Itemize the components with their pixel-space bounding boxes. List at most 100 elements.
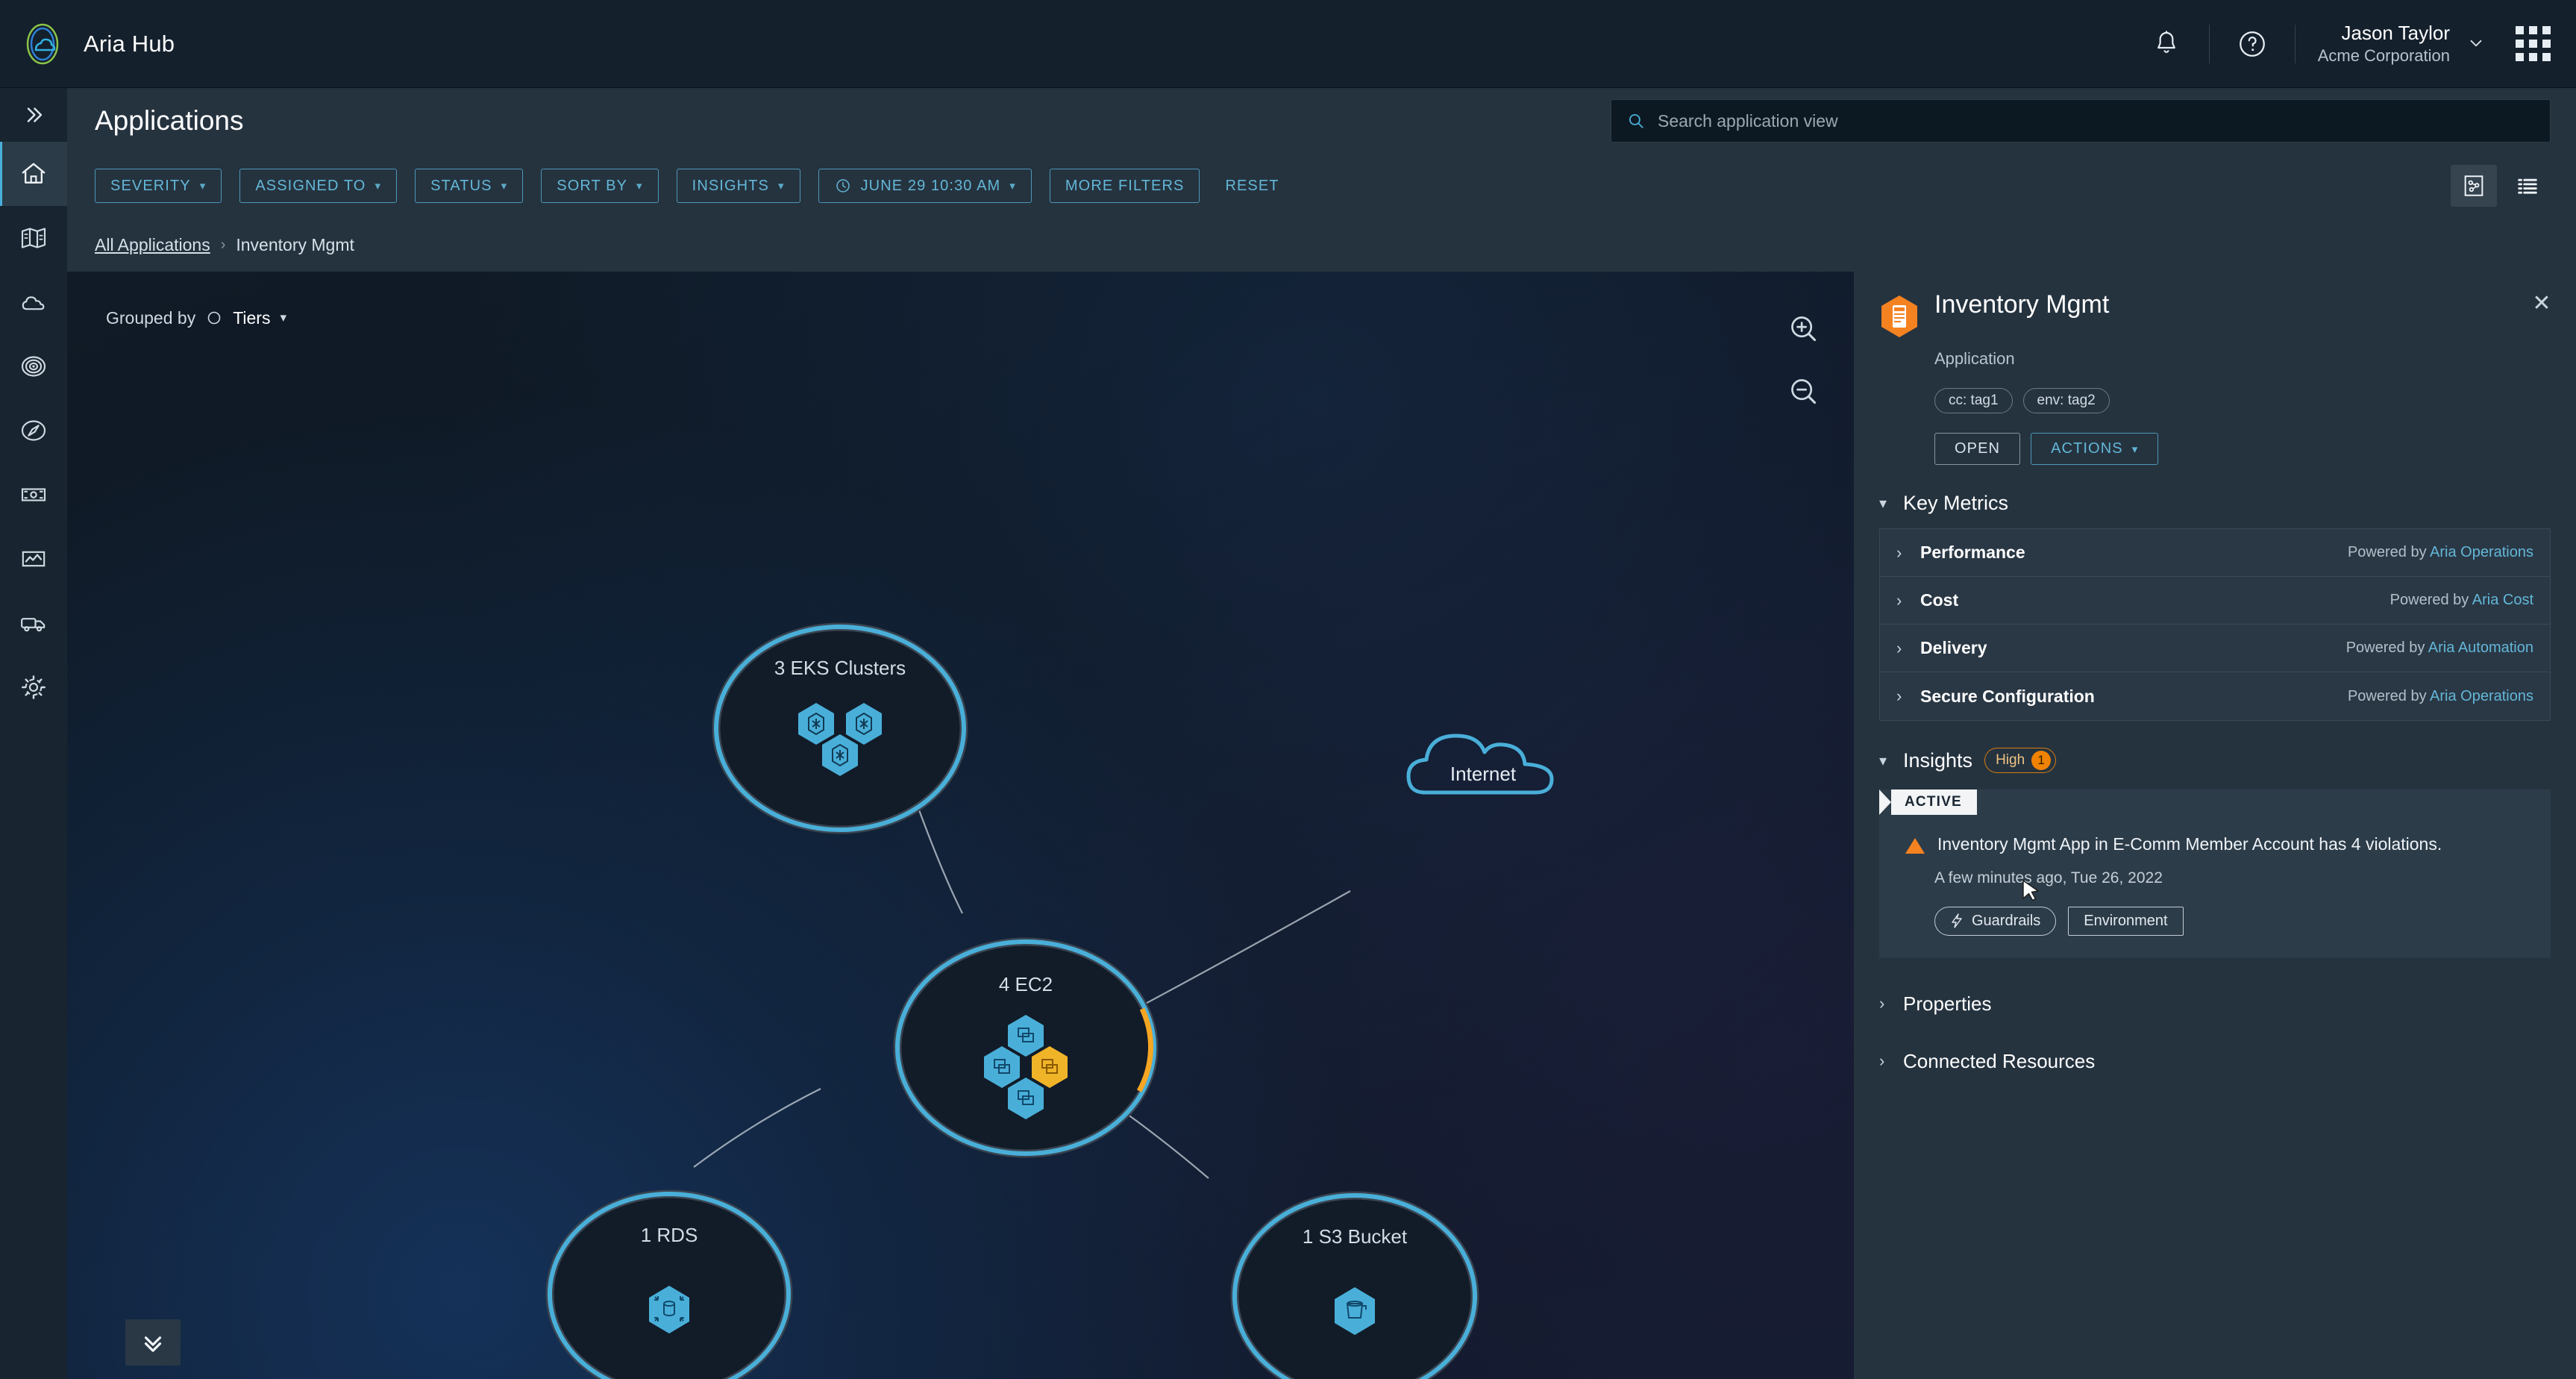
insights-section: ▾ Insights High 1 ACTIVE Inventory Mgmt … [1854,748,2576,958]
user-info: Jason Taylor Acme Corporation [2318,21,2450,66]
chevron-down-icon: ▾ [501,180,508,193]
sidebar-item-cost[interactable] [0,463,67,527]
chip-environment[interactable]: Environment [2068,906,2184,936]
severity-badge[interactable]: High 1 [1984,748,2057,773]
metric-name: Secure Configuration [1920,686,2095,706]
topology-node-s3[interactable]: 1 S3 Bucket [1228,1189,1482,1379]
chart-line-icon [22,551,46,567]
help-button[interactable] [2220,0,2284,88]
app-switcher-button[interactable] [2516,26,2551,61]
node-hex-group [543,1283,795,1339]
filter-time-range[interactable]: JUNE 29 10:30 AM ▾ [818,169,1032,203]
status-badge: ACTIVE [1879,789,1977,815]
grouped-by-control[interactable]: Grouped by Tiers ▾ [106,301,286,334]
zoom-in-icon [1791,316,1817,342]
sidebar-item-delivery[interactable] [0,591,67,655]
canvas-collapse-button[interactable] [125,1319,181,1366]
zoom-in-button[interactable] [1787,312,1821,346]
filter-sort-by[interactable]: SORT BY ▾ [541,169,659,203]
chip-guardrails[interactable]: Guardrails [1934,906,2057,936]
sidebar-item-analytics[interactable] [0,527,67,591]
map-icon [21,228,46,248]
filter-status[interactable]: STATUS ▾ [415,169,524,203]
insight-chips: Guardrails Environment [1879,887,2551,936]
insight-card[interactable]: ACTIVE Inventory Mgmt App in E-Comm Memb… [1879,789,2551,958]
metric-row-delivery[interactable]: › Delivery Powered by Aria Automation [1880,625,2550,672]
node-hex-group [710,695,970,785]
metric-row-performance[interactable]: › Performance Powered by Aria Operations [1880,529,2550,577]
server-hex-icon [984,1015,1068,1119]
filter-bar: SEVERITY ▾ ASSIGNED TO ▾ STATUS ▾ SORT B… [67,154,2576,218]
cash-icon [21,488,46,501]
search-input[interactable]: Search application view [1611,99,2551,143]
brand[interactable]: Aria Hub [0,21,175,67]
actions-button[interactable]: ACTIONS ▾ [2031,433,2159,465]
breadcrumb-all-applications[interactable]: All Applications [95,235,210,255]
sidebar-item-settings[interactable] [0,655,67,719]
close-icon[interactable]: ✕ [2530,293,2554,315]
chevron-down-icon: ▾ [375,180,382,193]
brand-name: Aria Hub [84,30,175,57]
tag-cc[interactable]: cc: tag1 [1934,388,2013,413]
topology-node-ec2[interactable]: 4 EC2 [891,936,1160,1160]
user-menu[interactable]: Jason Taylor Acme Corporation [2318,21,2486,66]
key-metrics-header[interactable]: ▾ Key Metrics [1854,492,2576,515]
sidebar-item-map[interactable] [0,206,67,270]
list-view-icon [2518,178,2537,194]
chevron-right-icon: › [1896,687,1902,705]
topology-node-rds[interactable]: 1 RDS [543,1188,795,1379]
filter-severity[interactable]: SEVERITY ▾ [95,169,222,203]
tag-env[interactable]: env: tag2 [2022,388,2110,413]
node-hex-group [1228,1285,1482,1340]
sidebar-item-compass[interactable] [0,398,67,463]
topology-node-eks[interactable]: 3 EKS Clusters [710,621,970,836]
chevron-down-icon: ▾ [636,180,643,193]
metric-row-cost[interactable]: › Cost Powered by Aria Cost [1880,577,2550,625]
key-metrics-title: Key Metrics [1903,492,2009,514]
topology-view-icon [2464,175,2483,196]
double-chevron-down-icon [144,1336,162,1352]
details-panel: ✕ Inventory Mgmt Application cc: tag1 en… [1854,272,2576,1379]
circle-icon [207,311,221,325]
chevron-down-icon: ▾ [280,310,287,325]
insight-timestamp: A few minutes ago, Tue 26, 2022 [1934,869,2163,886]
zoom-out-button[interactable] [1787,375,1821,409]
topology-node-internet[interactable]: Internet [1403,721,1564,804]
rail-expand-button[interactable] [0,88,67,142]
insight-message: Inventory Mgmt App in E-Comm Member Acco… [1937,834,2442,854]
chevron-right-icon: › [1896,590,1902,610]
bucket-hex-icon [1335,1287,1375,1335]
chevron-down-icon: ▾ [1009,180,1016,193]
connected-resources-section[interactable]: › Connected Resources [1854,1050,2576,1073]
filter-label: ASSIGNED TO [255,177,366,194]
metric-row-secure-configuration[interactable]: › Secure Configuration Powered by Aria O… [1880,672,2550,720]
filter-label: JUNE 29 10:30 AM [860,177,1001,194]
filter-more-filters[interactable]: MORE FILTERS [1049,169,1200,203]
properties-title: Properties [1903,992,1992,1015]
open-button[interactable]: OPEN [1934,433,2021,465]
sidebar-item-home[interactable] [0,142,67,206]
chevron-right-icon: › [1879,994,1885,1013]
filter-label: STATUS [430,177,492,194]
list-view-button[interactable] [2504,165,2551,207]
notifications-button[interactable] [2134,0,2199,88]
topology-canvas[interactable]: Grouped by Tiers ▾ 3 EKS Clusters 4 EC2 … [67,272,1854,1379]
topology-view-button[interactable] [2451,165,2497,207]
bolt-icon [1952,913,1962,928]
page-title: Applications [95,105,244,136]
application-window: Aria Hub Jason Taylor Acme Corporation A… [0,0,2576,1379]
grouped-by-label: Grouped by [106,307,196,328]
insights-title: Insights [1903,748,1973,772]
filter-insights[interactable]: INSIGHTS ▾ [676,169,800,203]
insights-header[interactable]: ▾ Insights High 1 [1854,748,2576,773]
sidebar-item-operations[interactable] [0,334,67,398]
node-label: 1 S3 Bucket [1302,1225,1408,1248]
reset-filters-button[interactable]: RESET [1218,178,1286,195]
metric-powered-by: Powered by Aria Operations [2347,544,2533,560]
filter-assigned-to[interactable]: ASSIGNED TO ▾ [239,169,398,203]
properties-section[interactable]: › Properties [1854,992,2576,1016]
clock-icon [836,179,850,193]
sidebar-item-cloud[interactable] [0,270,67,334]
database-hex-icon [649,1286,689,1333]
panel-actions: OPEN ACTIONS ▾ [1934,433,2551,465]
